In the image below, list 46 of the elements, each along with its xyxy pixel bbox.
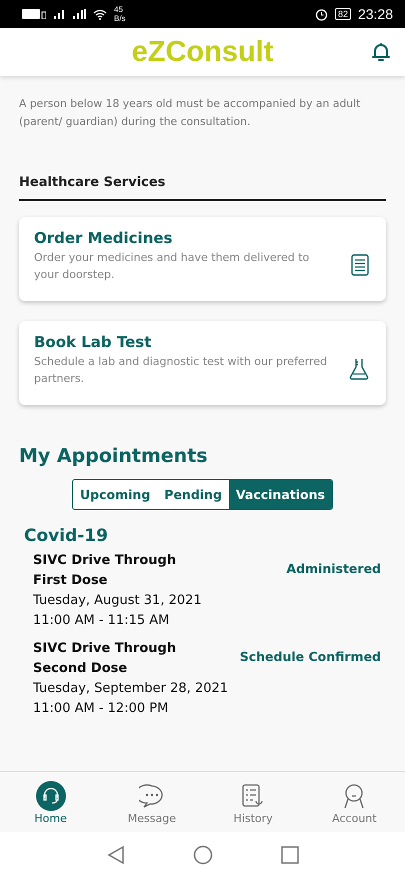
appointment-dose: Second Dose xyxy=(33,660,128,678)
wifi-icon xyxy=(93,8,107,20)
signal-icon xyxy=(53,9,65,19)
card-description: Order your medicines and have them delivered to your doorstep. xyxy=(34,250,310,283)
nav-tab[interactable]: Message xyxy=(112,780,192,824)
appointment-tab[interactable]: Pending xyxy=(157,480,229,509)
nav-tab[interactable]: Home xyxy=(10,780,91,824)
card-title: Order Medicines xyxy=(34,229,174,247)
person-icon xyxy=(342,782,366,808)
appointment-status: Administered xyxy=(286,561,381,578)
appointment-date: Tuesday, September 28, 2021 xyxy=(33,680,228,698)
speed-unit: B/s xyxy=(114,14,126,23)
signal-icon xyxy=(72,9,86,19)
chat-bubble-icon xyxy=(138,784,165,808)
app-logo: eZConsult xyxy=(132,36,274,68)
nav-tab[interactable]: Account xyxy=(314,780,394,824)
appointment-tab[interactable]: Upcoming xyxy=(73,480,158,509)
section-title: My Appointments xyxy=(19,445,209,467)
appointment-dose: First Dose xyxy=(33,572,109,590)
bell-icon[interactable] xyxy=(372,42,390,62)
group-title: Covid-19 xyxy=(24,526,109,546)
appointment-place: SIVC Drive Through xyxy=(33,640,178,658)
recents-icon[interactable] xyxy=(280,846,298,864)
appointment-time: 11:00 AM - 11:15 AM xyxy=(33,612,170,630)
appointment-date: Tuesday, August 31, 2021 xyxy=(33,592,202,610)
card-title: Book Lab Test xyxy=(34,333,152,351)
service-card[interactable]: Order Medicines Order your medicines and have them delivered to your doorstep. xyxy=(19,217,386,301)
appointment-time: 11:00 AM - 12:00 PM xyxy=(33,700,170,718)
notice-text: A person below 18 years old must be accompanied by an adult (parent/ guardian) during the consultation. xyxy=(19,96,362,130)
document-icon xyxy=(351,254,369,276)
flask-icon xyxy=(349,358,369,380)
service-card[interactable]: Book Lab Test Schedule a lab and diagnostic test with our preferred partners. xyxy=(19,321,386,405)
nav-tab[interactable]: History xyxy=(213,780,294,824)
speed-value: 45 xyxy=(114,5,124,14)
clock-time: 23:28 xyxy=(358,6,393,22)
headset-icon xyxy=(36,780,66,810)
appointment-tab[interactable]: Vaccinations xyxy=(228,480,332,509)
alarm-icon xyxy=(314,8,328,20)
checklist-icon xyxy=(242,784,264,808)
home-circle-icon[interactable] xyxy=(192,845,212,865)
appointment-status: Schedule Confirmed xyxy=(240,649,381,666)
section-heading: Healthcare Services xyxy=(19,175,166,190)
card-description: Schedule a lab and diagnostic test with our preferred partners. xyxy=(34,354,328,387)
back-icon[interactable] xyxy=(106,845,124,865)
battery-level: 82 xyxy=(334,8,351,20)
appointment-place: SIVC Drive Through xyxy=(33,552,178,570)
